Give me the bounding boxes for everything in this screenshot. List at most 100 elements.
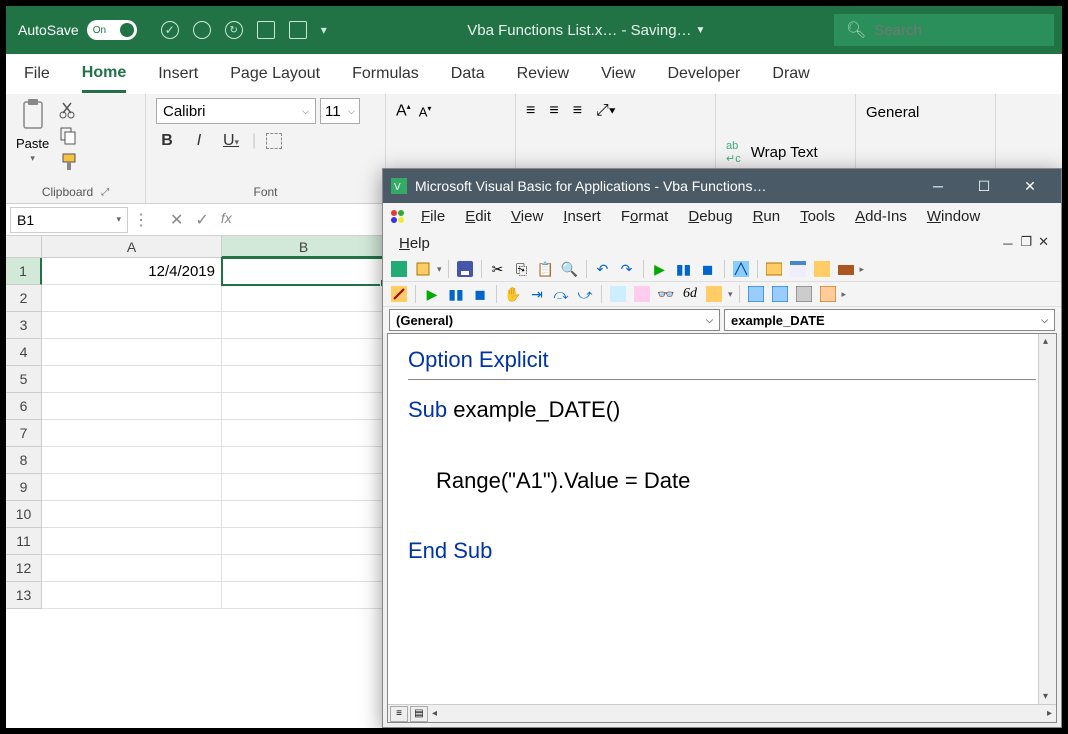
row-header-13[interactable]: 13 <box>6 582 42 609</box>
toolbar2-reset-icon[interactable]: ◼ <box>470 284 490 304</box>
cell-B8[interactable] <box>222 447 386 474</box>
vba-menu-format[interactable]: Format <box>611 206 679 227</box>
shrink-font-icon[interactable]: A▾ <box>419 104 432 119</box>
vba-menu-file[interactable]: File <box>411 206 455 227</box>
toolbar-dd-icon[interactable]: ▾ <box>437 264 442 275</box>
vba-menu-edit[interactable]: Edit <box>455 206 501 227</box>
toolbar-find-icon[interactable]: 🔍 <box>560 259 580 279</box>
toolbar2-immediate-icon[interactable] <box>632 284 652 304</box>
cell-B10[interactable] <box>222 501 386 528</box>
row-header-12[interactable]: 12 <box>6 555 42 582</box>
cell-B7[interactable] <box>222 420 386 447</box>
column-header-b[interactable]: B <box>222 236 386 258</box>
cell-A13[interactable] <box>42 582 222 609</box>
toolbar2-overflow-icon[interactable]: ▸ <box>842 289 847 300</box>
vba-full-view-button[interactable]: ▤ <box>410 706 428 722</box>
row-header-11[interactable]: 11 <box>6 528 42 555</box>
mdi-minimize-icon[interactable]: － <box>1001 234 1014 253</box>
cell-A2[interactable] <box>42 285 222 312</box>
align-icon3[interactable]: ≡ <box>573 102 582 120</box>
vba-titlebar[interactable]: V Microsoft Visual Basic for Application… <box>383 169 1061 203</box>
vba-object-dropdown[interactable]: (General) ⌵ <box>389 309 720 331</box>
row-header-6[interactable]: 6 <box>6 393 42 420</box>
tab-insert[interactable]: Insert <box>158 57 198 91</box>
vba-menu-view[interactable]: View <box>501 206 553 227</box>
copy-icon[interactable] <box>59 126 79 146</box>
qat-icon-1[interactable]: ✓ <box>161 21 179 39</box>
vba-menu-insert[interactable]: Insert <box>553 206 611 227</box>
tab-draw[interactable]: Draw <box>772 57 809 91</box>
toolbar2-locals-icon[interactable] <box>608 284 628 304</box>
cell-B3[interactable] <box>222 312 386 339</box>
toolbar-object-icon[interactable] <box>812 259 832 279</box>
cell-B1[interactable] <box>222 258 386 285</box>
row-header-1[interactable]: 1 <box>6 258 42 285</box>
mdi-restore-icon[interactable]: ❐ <box>1020 234 1032 253</box>
font-size-dropdown[interactable]: 11 ⌵ <box>320 98 360 124</box>
vba-vertical-scrollbar[interactable]: ▴ ▾ <box>1038 334 1056 704</box>
vba-proc-view-button[interactable]: ≡ <box>390 706 408 722</box>
format-painter-icon[interactable] <box>59 152 79 172</box>
cell-A6[interactable] <box>42 393 222 420</box>
close-button[interactable]: ✕ <box>1007 169 1053 203</box>
cell-B11[interactable] <box>222 528 386 555</box>
cell-A8[interactable] <box>42 447 222 474</box>
clipboard-launcher-icon[interactable]: ⤢ <box>101 187 109 198</box>
scroll-up-icon[interactable]: ▴ <box>1043 336 1048 347</box>
cell-A5[interactable] <box>42 366 222 393</box>
cell-B5[interactable] <box>222 366 386 393</box>
border-button[interactable] <box>266 133 282 149</box>
toolbar2-break-icon[interactable]: ▮▮ <box>446 284 466 304</box>
qat-overflow-icon[interactable]: ▾ <box>321 23 327 37</box>
name-box[interactable]: B1 ▾ <box>10 207 128 233</box>
toolbar2-stepout-icon[interactable]: ⤻ <box>575 284 595 304</box>
row-header-9[interactable]: 9 <box>6 474 42 501</box>
cell-B2[interactable] <box>222 285 386 312</box>
toolbar-properties-icon[interactable] <box>788 259 808 279</box>
toolbar-break-icon[interactable]: ▮▮ <box>674 259 694 279</box>
toolbar-cut-icon[interactable]: ✂ <box>488 259 508 279</box>
cell-A3[interactable] <box>42 312 222 339</box>
qat-icon-2[interactable] <box>193 21 211 39</box>
vba-menu-addins[interactable]: Add-Ins <box>845 206 917 227</box>
vba-procedure-dropdown[interactable]: example_DATE ⌵ <box>724 309 1055 331</box>
scroll-down-icon[interactable]: ▾ <box>1043 691 1048 702</box>
toolbar-copy-icon[interactable]: ⎘ <box>512 259 532 279</box>
row-header-5[interactable]: 5 <box>6 366 42 393</box>
toolbar-design-icon[interactable] <box>731 259 751 279</box>
qat-icon-4[interactable] <box>257 21 275 39</box>
cell-A1[interactable]: 12/4/2019 <box>42 258 222 285</box>
toolbar-insert-icon[interactable] <box>413 259 433 279</box>
scroll-right-icon[interactable]: ▸ <box>1047 708 1052 719</box>
toolbar-toolbox-icon[interactable] <box>836 259 856 279</box>
cut-icon[interactable] <box>59 100 79 120</box>
cell-B9[interactable] <box>222 474 386 501</box>
cell-B6[interactable] <box>222 393 386 420</box>
vba-editor-window[interactable]: V Microsoft Visual Basic for Application… <box>382 168 1062 728</box>
title-dropdown-icon[interactable]: ▼ <box>696 25 706 36</box>
cell-A7[interactable] <box>42 420 222 447</box>
italic-button[interactable]: I <box>188 132 210 150</box>
toolbar2-run-icon[interactable]: ▶ <box>422 284 442 304</box>
qat-icon-5[interactable] <box>289 21 307 39</box>
mdi-close-icon[interactable]: ✕ <box>1038 234 1049 253</box>
cell-B13[interactable] <box>222 582 386 609</box>
cancel-icon[interactable]: ✕ <box>170 210 183 230</box>
fx-button[interactable]: fx <box>221 210 232 230</box>
toolbar2-icon1[interactable] <box>389 284 409 304</box>
enter-icon[interactable]: ✓ <box>195 210 208 230</box>
row-header-10[interactable]: 10 <box>6 501 42 528</box>
orientation-icon[interactable]: ⤢▾ <box>596 102 616 120</box>
toolbar2-quickwatch-icon[interactable]: 6d <box>680 284 700 304</box>
toolbar-paste-icon[interactable]: 📋 <box>536 259 556 279</box>
cell-A12[interactable] <box>42 555 222 582</box>
cell-A10[interactable] <box>42 501 222 528</box>
cell-B4[interactable] <box>222 339 386 366</box>
toolbar-project-icon[interactable] <box>764 259 784 279</box>
tab-data[interactable]: Data <box>451 57 485 91</box>
vba-menu-help[interactable]: Help <box>389 233 440 254</box>
vba-menu-tools[interactable]: Tools <box>790 206 845 227</box>
toolbar-save-icon[interactable] <box>455 259 475 279</box>
search-input[interactable] <box>874 22 1042 39</box>
toolbar-overflow-icon[interactable]: ▸ <box>860 264 865 275</box>
